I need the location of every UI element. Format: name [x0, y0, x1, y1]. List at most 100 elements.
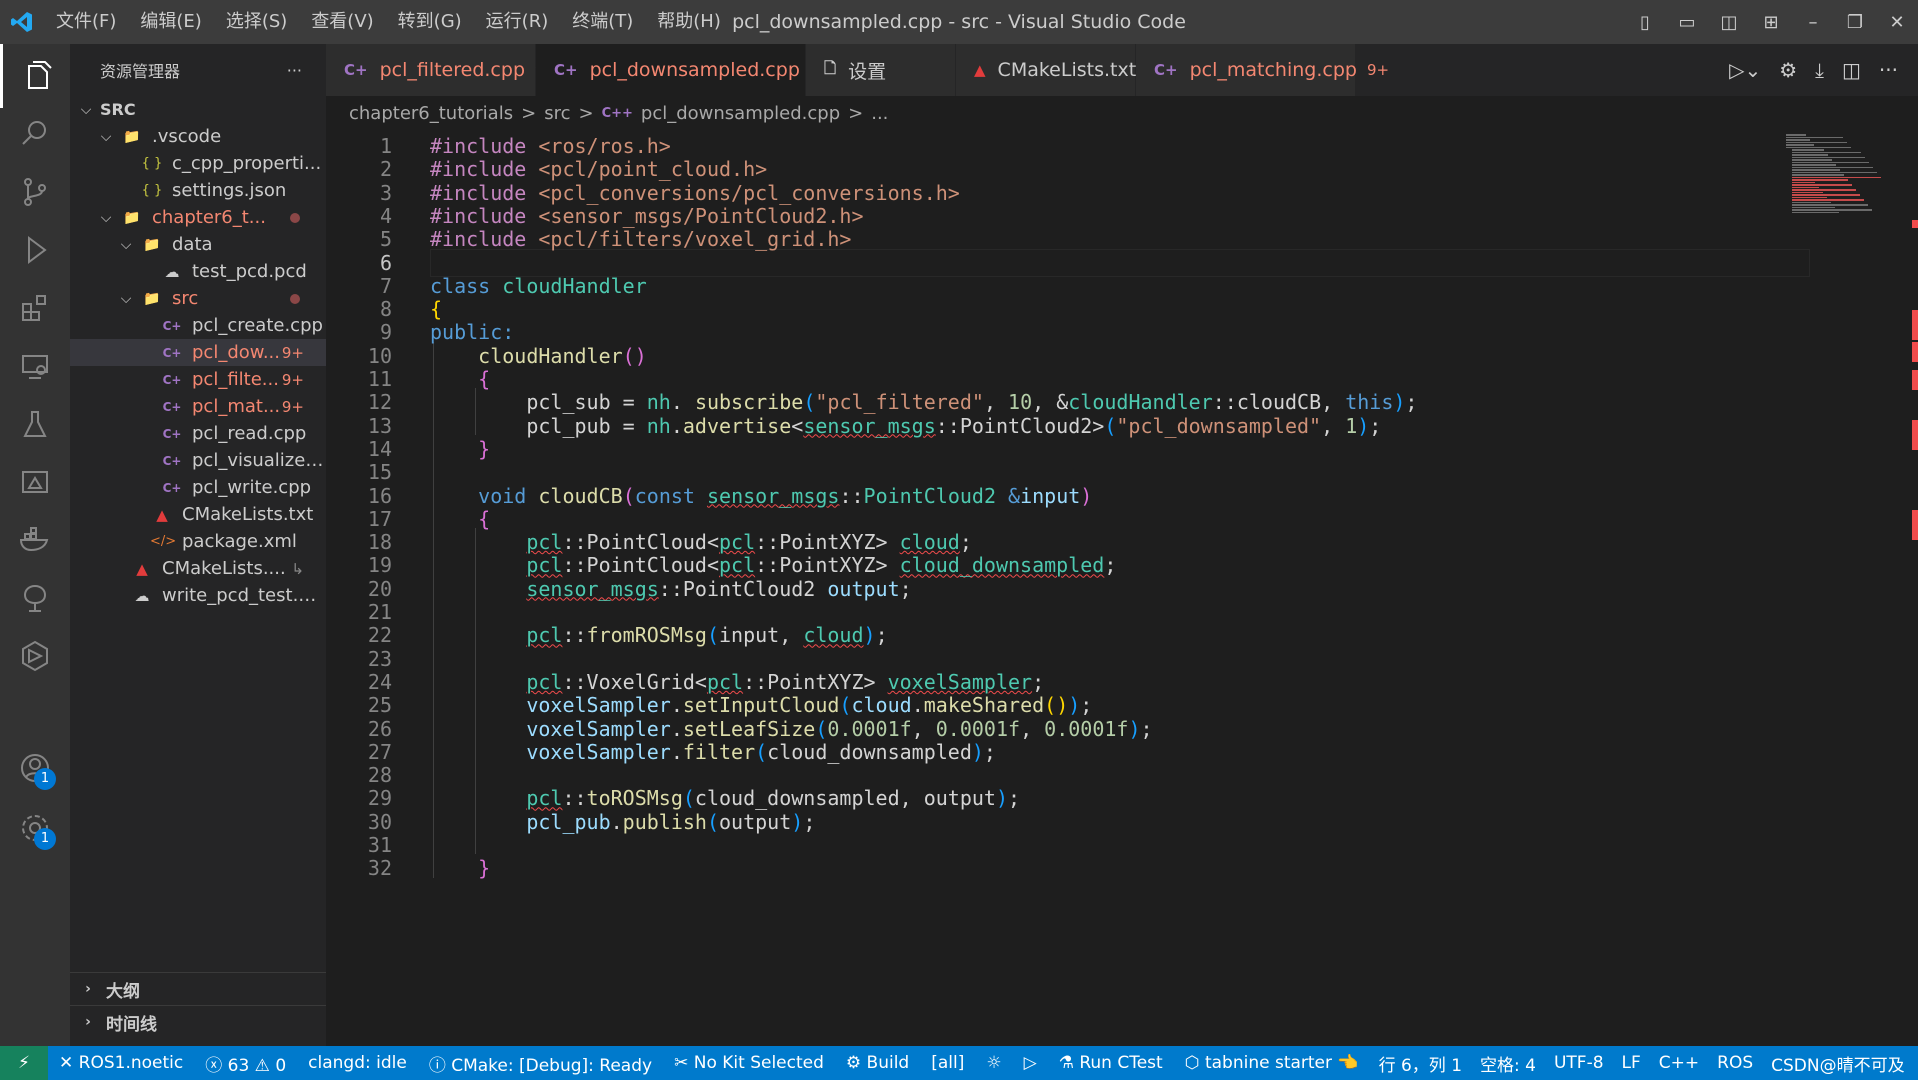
- cmake-file-icon: ▲: [136, 559, 148, 578]
- tree-item[interactable]: </> package.xml: [70, 528, 326, 555]
- status-item[interactable]: LF: [1613, 1053, 1650, 1073]
- tree-item[interactable]: ⌵ 📁 .vscode: [70, 123, 326, 150]
- editor-tab[interactable]: 🗋 设置: [806, 44, 956, 96]
- editor-tabs: C+ pcl_filtered.cpp 9+ C+ pcl_downsampled.cp…: [326, 44, 1918, 96]
- breadcrumb-item[interactable]: ...: [871, 103, 888, 124]
- tree-item[interactable]: C+ pcl_visualize.c...: [70, 447, 326, 474]
- status-item[interactable]: ⓧ 63 ⚠ 0: [194, 1051, 297, 1076]
- status-item[interactable]: ROS: [1708, 1053, 1762, 1073]
- extensions-icon[interactable]: [0, 276, 70, 340]
- status-item[interactable]: [all]: [920, 1053, 975, 1073]
- code-editor[interactable]: 1 #include <ros/ros.h> 2 #include <pcl/poin…: [326, 130, 1918, 1046]
- chevron-down-icon: ⌵: [100, 128, 112, 145]
- accounts-icon[interactable]: 1: [0, 736, 70, 800]
- menu-item[interactable]: 转到(G): [386, 0, 474, 44]
- search-icon[interactable]: [0, 102, 70, 166]
- more-icon[interactable]: ···: [1879, 58, 1898, 82]
- status-item[interactable]: 行 6，列 1: [1370, 1051, 1471, 1076]
- editor-tab[interactable]: C+ pcl_matching.cpp 9+: [1136, 44, 1389, 96]
- settings-gear-icon[interactable]: ⚙: [1779, 58, 1797, 82]
- minimap[interactable]: [1786, 130, 1896, 250]
- tree-item[interactable]: ⌵ SRC: [70, 96, 326, 123]
- status-item[interactable]: CSDN@晴不可及: [1762, 1051, 1913, 1076]
- cmake-icon[interactable]: [0, 450, 70, 514]
- tree-item[interactable]: ⌵ 📁 chapter6_t...: [70, 204, 326, 231]
- menu-item[interactable]: 终端(T): [560, 0, 645, 44]
- docker-icon[interactable]: [0, 508, 70, 572]
- tree-item[interactable]: ☁ write_pcd_test.pcd: [70, 582, 327, 609]
- status-item[interactable]: ▷: [1013, 1053, 1048, 1073]
- tree-item[interactable]: C+ pcl_create.cpp: [70, 312, 326, 339]
- tree-item[interactable]: C+ pcl_filte... 9+: [70, 366, 326, 393]
- source-control-icon[interactable]: [0, 160, 70, 224]
- menu-item[interactable]: 运行(R): [474, 0, 561, 44]
- remote-explorer-icon[interactable]: [0, 334, 70, 398]
- code-token: ): [791, 809, 804, 834]
- status-item[interactable]: ✂ No Kit Selected: [663, 1053, 835, 1073]
- run-debug-icon[interactable]: [0, 218, 70, 282]
- cpp-file-icon[interactable]: C++: [602, 106, 633, 121]
- menu-item[interactable]: 帮助(H): [645, 0, 733, 44]
- testing-icon[interactable]: [0, 392, 70, 456]
- tree-item[interactable]: ▲ CMakeLists.... ↳: [70, 555, 326, 582]
- status-item[interactable]: clangd: idle: [297, 1053, 418, 1073]
- menu-item[interactable]: 选择(S): [214, 0, 299, 44]
- menu-item[interactable]: 文件(F): [44, 0, 128, 44]
- status-item[interactable]: C++: [1650, 1053, 1708, 1073]
- tree-item[interactable]: ▲ CMakeLists.txt: [70, 501, 326, 528]
- tree-item-label: CMakeLists....: [162, 558, 286, 579]
- code-token: advertise: [682, 413, 792, 438]
- status-item[interactable]: UTF-8: [1545, 1053, 1613, 1073]
- remote-icon: ⚡: [18, 1053, 30, 1073]
- status-item[interactable]: ⬡ tabnine starter 👈: [1174, 1053, 1370, 1073]
- timeline-section[interactable]: › 时间线: [70, 1005, 326, 1038]
- layout-panel-icon[interactable]: ▭: [1666, 12, 1708, 33]
- status-item[interactable]: ⓘ CMake: [Debug]: Ready: [418, 1051, 663, 1076]
- status-item[interactable]: ✕ ROS1.noetic: [48, 1053, 194, 1073]
- tree-item[interactable]: C+ pcl_mat... 9+: [70, 393, 326, 420]
- menu-item[interactable]: 查看(V): [299, 0, 385, 44]
- tree-item[interactable]: C+ pcl_read.cpp: [70, 420, 326, 447]
- menu-item[interactable]: 编辑(E): [128, 0, 213, 44]
- customize-layout-icon[interactable]: ⊞: [1750, 12, 1792, 33]
- more-actions-icon[interactable]: ···: [287, 61, 302, 80]
- ros-icon[interactable]: [0, 566, 70, 630]
- restore-button[interactable]: ❐: [1834, 12, 1876, 33]
- breadcrumb-item[interactable]: chapter6_tutorials: [349, 103, 513, 124]
- package-icon[interactable]: [0, 624, 70, 688]
- close-window-button[interactable]: ✕: [1876, 12, 1918, 33]
- editor-tab[interactable]: C+pcl_filtered.cpp9+: [326, 44, 557, 96]
- tree-item[interactable]: ⌵ 📁 data: [70, 231, 326, 258]
- explorer-icon[interactable]: [0, 44, 70, 108]
- editor-tab[interactable]: ▲ CMakeLists.txt: [956, 44, 1136, 96]
- breadcrumb-item[interactable]: pcl_downsampled.cpp: [641, 103, 840, 124]
- minimize-button[interactable]: –: [1792, 12, 1834, 33]
- modified-dot: [290, 293, 300, 304]
- breadcrumb-item[interactable]: src: [544, 103, 570, 124]
- status-item[interactable]: ⚙ Build: [835, 1053, 920, 1073]
- tree-item[interactable]: { } c_cpp_properti...: [70, 150, 326, 177]
- tree-item-label: c_cpp_properti...: [172, 153, 322, 174]
- code-token: cloudHandler: [502, 273, 647, 298]
- editor-tab[interactable]: C+pcl_downsampled.cpp9+✕: [536, 44, 863, 96]
- tree-item[interactable]: C+ pcl_dow... 9+: [70, 339, 326, 366]
- run-code-icon[interactable]: ▷⌄: [1729, 58, 1761, 82]
- layout-split-icon[interactable]: ◫: [1708, 12, 1750, 33]
- window-controls: ▯ ▭ ◫ ⊞ – ❐ ✕: [1624, 0, 1918, 44]
- split-editor-icon[interactable]: ◫: [1842, 58, 1861, 82]
- layout-sidebar-icon[interactable]: ▯: [1624, 12, 1666, 33]
- problem-count-badge: 9+: [281, 370, 304, 389]
- tree-item[interactable]: ⌵ 📁 src: [70, 285, 326, 312]
- status-item[interactable]: 空格: 4: [1471, 1051, 1545, 1076]
- download-icon[interactable]: ⤓: [1815, 58, 1824, 82]
- remote-indicator[interactable]: ⚡: [0, 1046, 48, 1080]
- chevron-down-icon: ⌵: [100, 209, 112, 226]
- status-item[interactable]: ⚗ Run CTest: [1048, 1053, 1174, 1073]
- manage-gear-icon[interactable]: 1: [0, 796, 70, 860]
- editor-scrollbar[interactable]: [1904, 130, 1918, 1046]
- tree-item[interactable]: { } settings.json: [70, 177, 326, 204]
- outline-section[interactable]: › 大纲: [70, 972, 326, 1005]
- status-item[interactable]: ☼: [975, 1053, 1012, 1073]
- tree-item[interactable]: ☁ test_pcd.pcd: [70, 258, 326, 285]
- tree-item[interactable]: C+ pcl_write.cpp: [70, 474, 326, 501]
